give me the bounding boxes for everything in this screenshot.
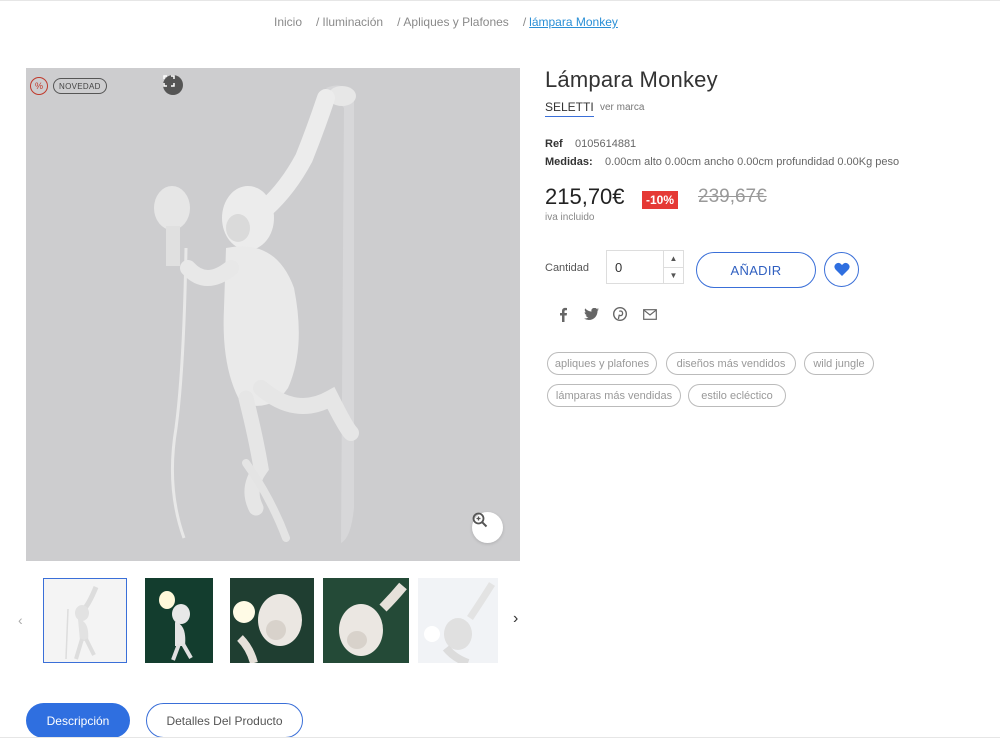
new-badge: NOVEDAD: [53, 78, 107, 94]
breadcrumb-separator: /: [397, 15, 401, 29]
thumbnail-5[interactable]: [418, 578, 498, 663]
tab-product-details[interactable]: Detalles Del Producto: [146, 703, 303, 738]
chevron-up-icon[interactable]: ▲: [664, 251, 683, 268]
breadcrumb-separator: /: [522, 15, 527, 29]
product-title: Lámpara Monkey: [545, 67, 718, 92]
product-main-image[interactable]: % NOVEDAD: [26, 68, 520, 561]
quantity-input[interactable]: [607, 251, 663, 283]
tag-estilo[interactable]: estilo ecléctico: [688, 384, 786, 407]
tabs-divider: [0, 737, 1000, 738]
thumbnail-next-icon[interactable]: ›: [513, 610, 518, 628]
brand-link[interactable]: ver marca: [600, 102, 644, 113]
tab-description[interactable]: Descripción: [26, 703, 130, 738]
zoom-icon[interactable]: [472, 512, 503, 543]
thumbnail-prev-icon[interactable]: ‹: [18, 612, 23, 628]
facebook-icon[interactable]: [555, 306, 571, 322]
ref-value: 0105614881: [575, 138, 637, 150]
wishlist-button[interactable]: [824, 252, 859, 287]
quantity-stepper: ▲ ▼: [606, 250, 684, 284]
heart-icon: [833, 262, 850, 276]
thumbnail-2[interactable]: [145, 578, 213, 663]
breadcrumb: Inicio / Iluminación / Apliques y Plafon…: [274, 15, 632, 29]
discount-badge: -10%: [642, 191, 679, 209]
pinterest-icon[interactable]: [612, 306, 628, 322]
tag-apliques[interactable]: apliques y plafones: [547, 352, 657, 375]
monkey-lamp-illustration: [26, 68, 520, 561]
quantity-label: Cantidad: [545, 262, 590, 274]
measures-value: 0.00cm alto 0.00cm ancho 0.00cm profundi…: [605, 156, 900, 168]
old-price: 239,67€: [698, 186, 767, 207]
discount-badge: %: [30, 77, 48, 95]
fullscreen-icon[interactable]: [163, 75, 183, 95]
tax-note: iva incluido: [545, 212, 595, 223]
tag-disenos[interactable]: diseños más vendidos: [666, 352, 796, 375]
measures-label: Medidas:: [545, 156, 593, 168]
tag-wild-jungle[interactable]: wild jungle: [804, 352, 874, 375]
thumbnail-1[interactable]: [43, 578, 127, 663]
tag-lamparas[interactable]: lámparas más vendidas: [547, 384, 681, 407]
twitter-icon[interactable]: [583, 306, 599, 322]
breadcrumb-current[interactable]: lámpara Monkey: [529, 15, 618, 29]
breadcrumb-home[interactable]: Inicio: [274, 15, 302, 29]
thumbnail-3[interactable]: [230, 578, 314, 663]
breadcrumb-separator: /: [316, 15, 320, 29]
brand-name[interactable]: SELETTI: [545, 100, 594, 117]
add-to-cart-button[interactable]: AÑADIR: [696, 252, 816, 288]
breadcrumb-apliques[interactable]: Apliques y Plafones: [403, 15, 508, 29]
ref-label: Ref: [545, 138, 563, 150]
thumbnail-4[interactable]: [323, 578, 409, 663]
top-divider: [0, 0, 1000, 1]
breadcrumb-iluminacion[interactable]: Iluminación: [322, 15, 383, 29]
chevron-down-icon[interactable]: ▼: [664, 268, 683, 284]
email-icon[interactable]: [642, 306, 658, 322]
price: 215,70€: [545, 184, 625, 209]
